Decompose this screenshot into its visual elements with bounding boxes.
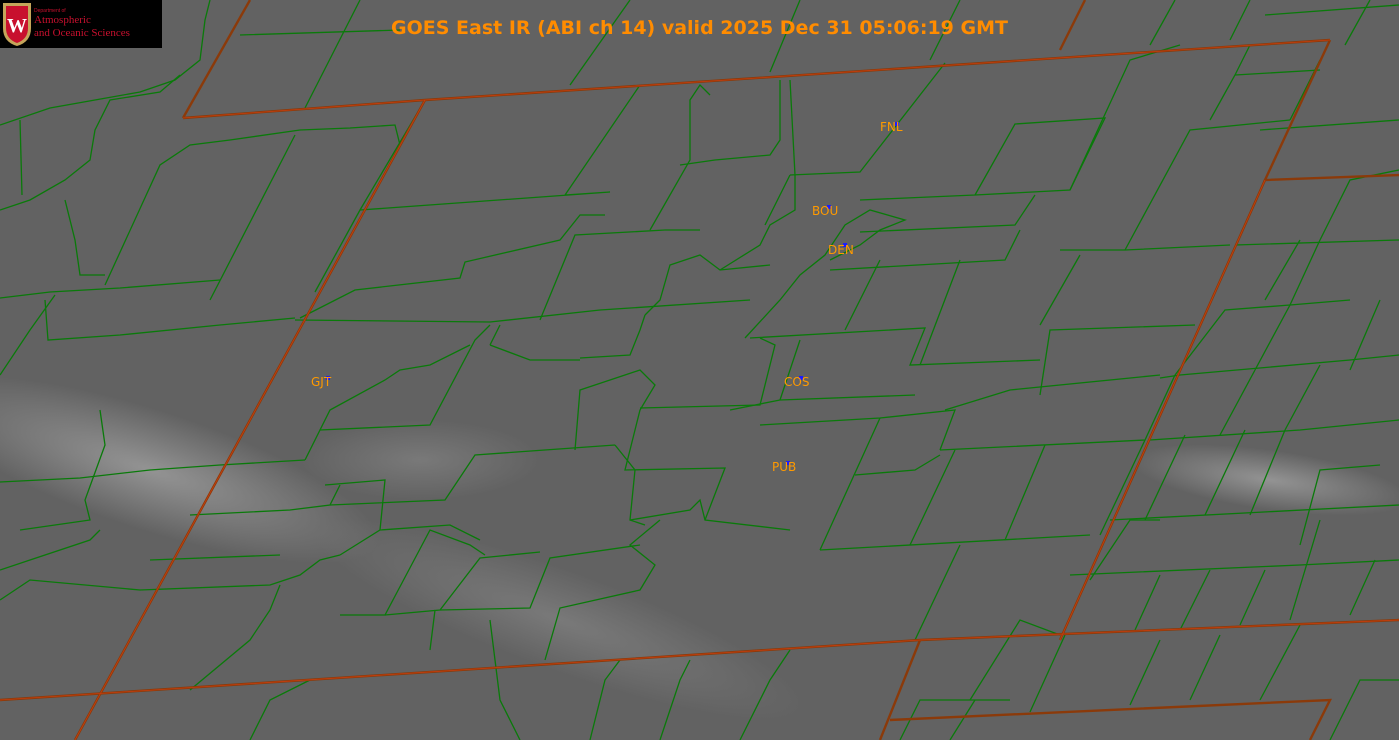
station-label-gjt: GJT (311, 375, 332, 389)
station-label-pub: PUB (772, 460, 797, 474)
map-title: GOES East IR (ABI ch 14) valid 2025 Dec … (391, 17, 1008, 39)
station-label-cos: COS (784, 375, 810, 389)
station-label-fnl: FNL (880, 120, 903, 134)
station-label-bou: BOU (812, 204, 839, 218)
satellite-ir-map (0, 0, 1399, 740)
station-label-den: DEN (828, 243, 854, 257)
